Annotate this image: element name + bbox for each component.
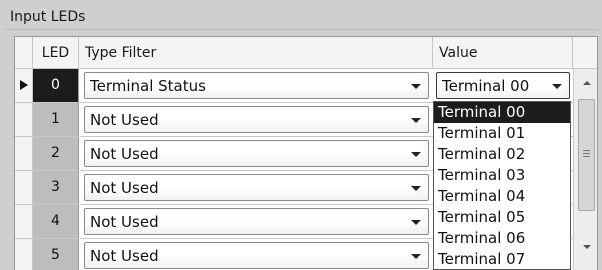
chevron-down-icon[interactable]	[411, 186, 421, 191]
scrollbar-header	[573, 37, 597, 69]
dropdown-option[interactable]: Terminal 00	[434, 102, 570, 123]
led-number: 0	[33, 69, 79, 102]
row-selector[interactable]	[15, 239, 33, 270]
current-row-arrow-icon	[20, 80, 28, 90]
row-selector[interactable]	[15, 171, 33, 204]
value-selected: Terminal 00	[442, 77, 530, 95]
vertical-scrollbar[interactable]	[573, 69, 597, 270]
grid-corner-header	[15, 37, 33, 69]
type-filter-select[interactable]: Not Used	[84, 208, 429, 235]
type-filter-value: Not Used	[90, 247, 159, 265]
value-dropdown-list[interactable]: Terminal 00 Terminal 01 Terminal 02 Term…	[433, 101, 571, 270]
type-filter-select[interactable]: Not Used	[84, 106, 429, 133]
type-filter-select[interactable]: Not Used	[84, 140, 429, 167]
row-selector[interactable]	[15, 103, 33, 136]
group-divider	[4, 29, 598, 30]
value-column-header[interactable]: Value	[433, 37, 573, 69]
chevron-down-icon[interactable]	[411, 254, 421, 259]
table-row-0[interactable]: 0 Terminal Status Terminal 00	[15, 69, 573, 103]
type-filter-select[interactable]: Not Used	[84, 174, 429, 201]
row-selector[interactable]	[15, 69, 33, 102]
type-filter-select[interactable]: Not Used	[84, 242, 429, 269]
grip-icon	[583, 153, 590, 154]
dropdown-option[interactable]: Terminal 04	[434, 186, 570, 207]
row-selector[interactable]	[15, 205, 33, 238]
chevron-down-icon[interactable]	[411, 118, 421, 123]
led-number: 1	[33, 103, 79, 136]
chevron-down-icon[interactable]	[411, 84, 421, 89]
dropdown-option[interactable]: Terminal 01	[434, 123, 570, 144]
group-title: Input LEDs	[10, 9, 86, 25]
led-number: 3	[33, 171, 79, 204]
chevron-down-icon[interactable]	[411, 152, 421, 157]
chevron-down-icon[interactable]	[411, 220, 421, 225]
grip-icon	[583, 156, 590, 157]
type-filter-select[interactable]: Terminal Status	[84, 72, 429, 99]
type-filter-value: Not Used	[90, 213, 159, 231]
led-number: 4	[33, 205, 79, 238]
dropdown-option[interactable]: Terminal 05	[434, 207, 570, 228]
type-filter-value: Not Used	[90, 179, 159, 197]
dropdown-option[interactable]: Terminal 02	[434, 144, 570, 165]
type-filter-value: Not Used	[90, 145, 159, 163]
scroll-down-icon[interactable]	[583, 245, 591, 249]
type-filter-column-header[interactable]: Type Filter	[79, 37, 433, 69]
scroll-up-icon[interactable]	[583, 81, 591, 85]
led-column-header[interactable]: LED	[33, 37, 79, 69]
row-selector[interactable]	[15, 137, 33, 170]
scrollbar-thumb[interactable]	[578, 99, 595, 211]
led-number: 5	[33, 239, 79, 270]
value-select[interactable]: Terminal 00	[436, 72, 570, 99]
dropdown-option[interactable]: Terminal 03	[434, 165, 570, 186]
dropdown-option[interactable]: Terminal 07	[434, 249, 570, 269]
grip-icon	[583, 150, 590, 151]
led-number: 2	[33, 137, 79, 170]
type-filter-value: Terminal Status	[90, 77, 206, 95]
type-filter-value: Not Used	[90, 111, 159, 129]
dropdown-option[interactable]: Terminal 06	[434, 228, 570, 249]
chevron-down-icon[interactable]	[552, 84, 562, 89]
